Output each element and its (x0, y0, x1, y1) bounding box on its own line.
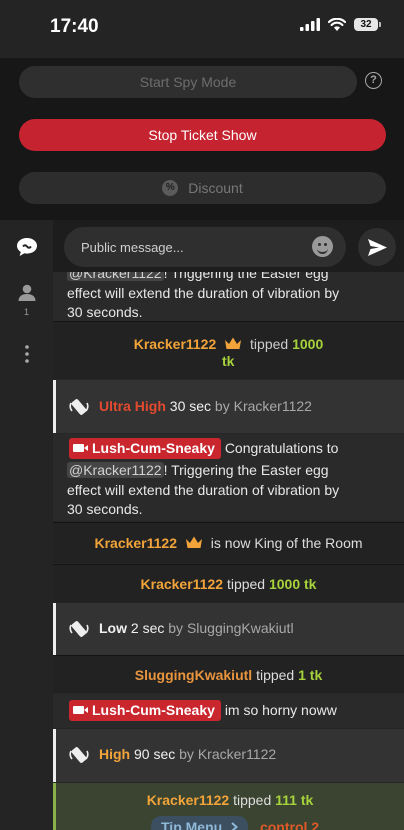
message-composer (53, 220, 404, 272)
username[interactable]: SluggingKwakiutl (135, 667, 252, 683)
vibration-icon (69, 399, 89, 415)
percent-icon: % (162, 180, 179, 197)
send-button[interactable] (358, 228, 396, 266)
vibration-event: Ultra High 30 sec by Kracker1122 (53, 380, 404, 433)
username[interactable]: Kracker1122 (94, 535, 177, 551)
chat-message: Lush-Cum-Sneaky Congratulations to @Krac… (53, 434, 404, 521)
discount-label: Discount (188, 180, 243, 196)
more-options-button[interactable] (0, 345, 53, 368)
users-tab[interactable]: 1 (0, 284, 53, 317)
model-badge[interactable]: Lush-Cum-Sneaky (69, 700, 221, 721)
chat-feed: @Kracker1122! Triggering the Easter egg … (53, 272, 404, 830)
tip-menu-message: Kracker1122 tipped 111 tk Tip Menu contr… (53, 783, 404, 830)
chevron-right-icon (231, 822, 239, 830)
tip-message: SluggingKwakiutl tipped 1 tk (53, 655, 404, 693)
vibration-icon (69, 621, 89, 637)
tip-message: Kracker1122 tipped 1000 tk (53, 321, 404, 379)
wifi-icon (328, 18, 346, 31)
chat-tab[interactable] (0, 237, 53, 262)
send-icon (367, 238, 387, 256)
stop-ticket-show-button[interactable]: Stop Ticket Show (19, 119, 386, 151)
tip-menu-tag[interactable]: Tip Menu (151, 816, 249, 830)
username[interactable]: SluggingKwakiutl (187, 620, 294, 636)
chat-bubble-icon (16, 238, 37, 256)
vibration-event: Low 2 sec by SluggingKwakiutl (53, 603, 404, 655)
vibration-level: Low (99, 620, 127, 636)
tip-message: Kracker1122 tipped 1000 tk (53, 564, 404, 603)
public-message-input[interactable] (64, 227, 346, 267)
status-time: 17:40 (50, 16, 99, 37)
crown-icon (225, 337, 242, 349)
vibration-event: High 90 sec by Kracker1122 (53, 729, 404, 782)
battery-icon: 32 (354, 18, 381, 31)
username[interactable]: Kracker1122 (134, 336, 217, 352)
user-icon (18, 284, 35, 301)
status-bar: 17:40 32 (0, 0, 404, 58)
emoji-icon[interactable] (312, 236, 333, 257)
username[interactable]: Kracker1122 (141, 576, 224, 592)
vibration-level: Ultra High (99, 398, 166, 414)
more-vertical-icon (24, 345, 29, 363)
camera-icon (73, 444, 88, 453)
username[interactable]: Kracker1122 (147, 792, 230, 808)
model-badge[interactable]: Lush-Cum-Sneaky (69, 438, 221, 459)
side-rail: 1 (0, 220, 53, 830)
username[interactable]: Kracker1122 (234, 398, 312, 414)
status-icons: 32 (300, 18, 381, 31)
signal-icon (300, 18, 320, 31)
user-mention[interactable]: @Kracker1122 (67, 272, 164, 281)
vibration-level: High (99, 746, 131, 762)
chat-message: Lush-Cum-Sneaky im so horny noww (53, 694, 404, 728)
crown-icon (185, 536, 202, 548)
user-count: 1 (23, 307, 29, 317)
help-icon[interactable]: ? (365, 72, 382, 89)
king-message: Kracker1122 is now King of the Room (53, 522, 404, 563)
vibration-icon (69, 747, 89, 763)
show-control-panel: Start Spy Mode ? Stop Ticket Show % Disco… (0, 58, 404, 220)
start-spy-mode-button[interactable]: Start Spy Mode (19, 66, 357, 98)
discount-button[interactable]: % Discount (19, 172, 386, 204)
camera-icon (73, 706, 88, 715)
chat-message: @Kracker1122! Triggering the Easter egg … (53, 272, 404, 321)
user-mention[interactable]: @Kracker1122 (67, 462, 164, 478)
username[interactable]: Kracker1122 (198, 746, 276, 762)
